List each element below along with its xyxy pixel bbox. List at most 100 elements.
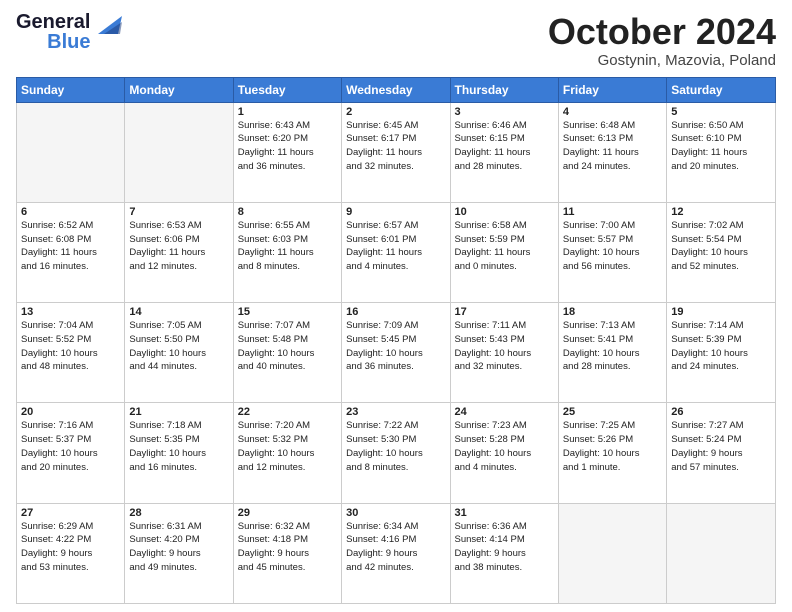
table-row: 17Sunrise: 7:11 AMSunset: 5:43 PMDayligh…	[450, 303, 558, 403]
day-info: Sunrise: 7:09 AMSunset: 5:45 PMDaylight:…	[346, 319, 445, 374]
day-number: 20	[21, 406, 120, 418]
table-row: 18Sunrise: 7:13 AMSunset: 5:41 PMDayligh…	[558, 303, 666, 403]
table-row	[667, 503, 776, 603]
day-number: 8	[238, 206, 337, 218]
day-info: Sunrise: 6:55 AMSunset: 6:03 PMDaylight:…	[238, 219, 337, 274]
day-info: Sunrise: 7:16 AMSunset: 5:37 PMDaylight:…	[21, 419, 120, 474]
day-number: 7	[129, 206, 228, 218]
table-row: 16Sunrise: 7:09 AMSunset: 5:45 PMDayligh…	[342, 303, 450, 403]
table-row: 24Sunrise: 7:23 AMSunset: 5:28 PMDayligh…	[450, 403, 558, 503]
table-row: 20Sunrise: 7:16 AMSunset: 5:37 PMDayligh…	[17, 403, 125, 503]
logo-general: General	[16, 12, 90, 32]
table-row	[17, 102, 125, 202]
day-number: 19	[671, 306, 771, 318]
day-number: 9	[346, 206, 445, 218]
day-info: Sunrise: 7:25 AMSunset: 5:26 PMDaylight:…	[563, 419, 662, 474]
calendar-week-row: 13Sunrise: 7:04 AMSunset: 5:52 PMDayligh…	[17, 303, 776, 403]
day-number: 4	[563, 106, 662, 118]
logo-blue: Blue	[47, 32, 90, 52]
table-row: 21Sunrise: 7:18 AMSunset: 5:35 PMDayligh…	[125, 403, 233, 503]
day-number: 27	[21, 507, 120, 519]
table-row: 3Sunrise: 6:46 AMSunset: 6:15 PMDaylight…	[450, 102, 558, 202]
day-info: Sunrise: 7:27 AMSunset: 5:24 PMDaylight:…	[671, 419, 771, 474]
col-wednesday: Wednesday	[342, 77, 450, 102]
table-row: 13Sunrise: 7:04 AMSunset: 5:52 PMDayligh…	[17, 303, 125, 403]
calendar-week-row: 20Sunrise: 7:16 AMSunset: 5:37 PMDayligh…	[17, 403, 776, 503]
day-info: Sunrise: 6:36 AMSunset: 4:14 PMDaylight:…	[455, 520, 554, 575]
day-info: Sunrise: 6:52 AMSunset: 6:08 PMDaylight:…	[21, 219, 120, 274]
day-info: Sunrise: 6:43 AMSunset: 6:20 PMDaylight:…	[238, 119, 337, 174]
day-info: Sunrise: 7:14 AMSunset: 5:39 PMDaylight:…	[671, 319, 771, 374]
day-info: Sunrise: 7:05 AMSunset: 5:50 PMDaylight:…	[129, 319, 228, 374]
calendar-week-row: 27Sunrise: 6:29 AMSunset: 4:22 PMDayligh…	[17, 503, 776, 603]
day-number: 12	[671, 206, 771, 218]
table-row	[558, 503, 666, 603]
logo: General Blue	[16, 12, 122, 52]
table-row: 28Sunrise: 6:31 AMSunset: 4:20 PMDayligh…	[125, 503, 233, 603]
day-number: 10	[455, 206, 554, 218]
day-info: Sunrise: 7:23 AMSunset: 5:28 PMDaylight:…	[455, 419, 554, 474]
day-number: 26	[671, 406, 771, 418]
day-info: Sunrise: 6:57 AMSunset: 6:01 PMDaylight:…	[346, 219, 445, 274]
day-number: 11	[563, 206, 662, 218]
day-number: 14	[129, 306, 228, 318]
table-row: 31Sunrise: 6:36 AMSunset: 4:14 PMDayligh…	[450, 503, 558, 603]
day-info: Sunrise: 6:53 AMSunset: 6:06 PMDaylight:…	[129, 219, 228, 274]
day-info: Sunrise: 6:45 AMSunset: 6:17 PMDaylight:…	[346, 119, 445, 174]
col-sunday: Sunday	[17, 77, 125, 102]
day-number: 5	[671, 106, 771, 118]
day-number: 18	[563, 306, 662, 318]
calendar-week-row: 1Sunrise: 6:43 AMSunset: 6:20 PMDaylight…	[17, 102, 776, 202]
table-row: 11Sunrise: 7:00 AMSunset: 5:57 PMDayligh…	[558, 202, 666, 302]
day-info: Sunrise: 7:04 AMSunset: 5:52 PMDaylight:…	[21, 319, 120, 374]
day-number: 15	[238, 306, 337, 318]
day-number: 21	[129, 406, 228, 418]
header: General Blue October 2024 Gostynin, Mazo…	[16, 12, 776, 69]
day-info: Sunrise: 7:18 AMSunset: 5:35 PMDaylight:…	[129, 419, 228, 474]
table-row: 23Sunrise: 7:22 AMSunset: 5:30 PMDayligh…	[342, 403, 450, 503]
calendar: Sunday Monday Tuesday Wednesday Thursday…	[16, 77, 776, 604]
day-number: 29	[238, 507, 337, 519]
table-row: 26Sunrise: 7:27 AMSunset: 5:24 PMDayligh…	[667, 403, 776, 503]
col-monday: Monday	[125, 77, 233, 102]
day-info: Sunrise: 7:20 AMSunset: 5:32 PMDaylight:…	[238, 419, 337, 474]
day-number: 6	[21, 206, 120, 218]
table-row: 10Sunrise: 6:58 AMSunset: 5:59 PMDayligh…	[450, 202, 558, 302]
day-number: 24	[455, 406, 554, 418]
table-row: 8Sunrise: 6:55 AMSunset: 6:03 PMDaylight…	[233, 202, 341, 302]
table-row: 22Sunrise: 7:20 AMSunset: 5:32 PMDayligh…	[233, 403, 341, 503]
day-info: Sunrise: 6:31 AMSunset: 4:20 PMDaylight:…	[129, 520, 228, 575]
col-saturday: Saturday	[667, 77, 776, 102]
logo-block: General Blue	[16, 12, 122, 52]
table-row: 4Sunrise: 6:48 AMSunset: 6:13 PMDaylight…	[558, 102, 666, 202]
month-title: October 2024	[548, 12, 776, 52]
day-number: 25	[563, 406, 662, 418]
day-number: 13	[21, 306, 120, 318]
day-info: Sunrise: 6:48 AMSunset: 6:13 PMDaylight:…	[563, 119, 662, 174]
day-info: Sunrise: 7:07 AMSunset: 5:48 PMDaylight:…	[238, 319, 337, 374]
table-row: 7Sunrise: 6:53 AMSunset: 6:06 PMDaylight…	[125, 202, 233, 302]
table-row: 15Sunrise: 7:07 AMSunset: 5:48 PMDayligh…	[233, 303, 341, 403]
table-row: 1Sunrise: 6:43 AMSunset: 6:20 PMDaylight…	[233, 102, 341, 202]
table-row: 14Sunrise: 7:05 AMSunset: 5:50 PMDayligh…	[125, 303, 233, 403]
logo-wing-icon	[94, 12, 122, 45]
day-info: Sunrise: 7:13 AMSunset: 5:41 PMDaylight:…	[563, 319, 662, 374]
day-info: Sunrise: 7:02 AMSunset: 5:54 PMDaylight:…	[671, 219, 771, 274]
day-number: 30	[346, 507, 445, 519]
day-number: 31	[455, 507, 554, 519]
calendar-week-row: 6Sunrise: 6:52 AMSunset: 6:08 PMDaylight…	[17, 202, 776, 302]
day-info: Sunrise: 6:58 AMSunset: 5:59 PMDaylight:…	[455, 219, 554, 274]
day-number: 23	[346, 406, 445, 418]
day-info: Sunrise: 7:00 AMSunset: 5:57 PMDaylight:…	[563, 219, 662, 274]
table-row: 27Sunrise: 6:29 AMSunset: 4:22 PMDayligh…	[17, 503, 125, 603]
day-info: Sunrise: 6:50 AMSunset: 6:10 PMDaylight:…	[671, 119, 771, 174]
day-info: Sunrise: 7:11 AMSunset: 5:43 PMDaylight:…	[455, 319, 554, 374]
table-row: 2Sunrise: 6:45 AMSunset: 6:17 PMDaylight…	[342, 102, 450, 202]
page: General Blue October 2024 Gostynin, Mazo…	[0, 0, 792, 612]
day-number: 28	[129, 507, 228, 519]
table-row: 12Sunrise: 7:02 AMSunset: 5:54 PMDayligh…	[667, 202, 776, 302]
table-row	[125, 102, 233, 202]
col-friday: Friday	[558, 77, 666, 102]
day-number: 16	[346, 306, 445, 318]
day-info: Sunrise: 6:29 AMSunset: 4:22 PMDaylight:…	[21, 520, 120, 575]
